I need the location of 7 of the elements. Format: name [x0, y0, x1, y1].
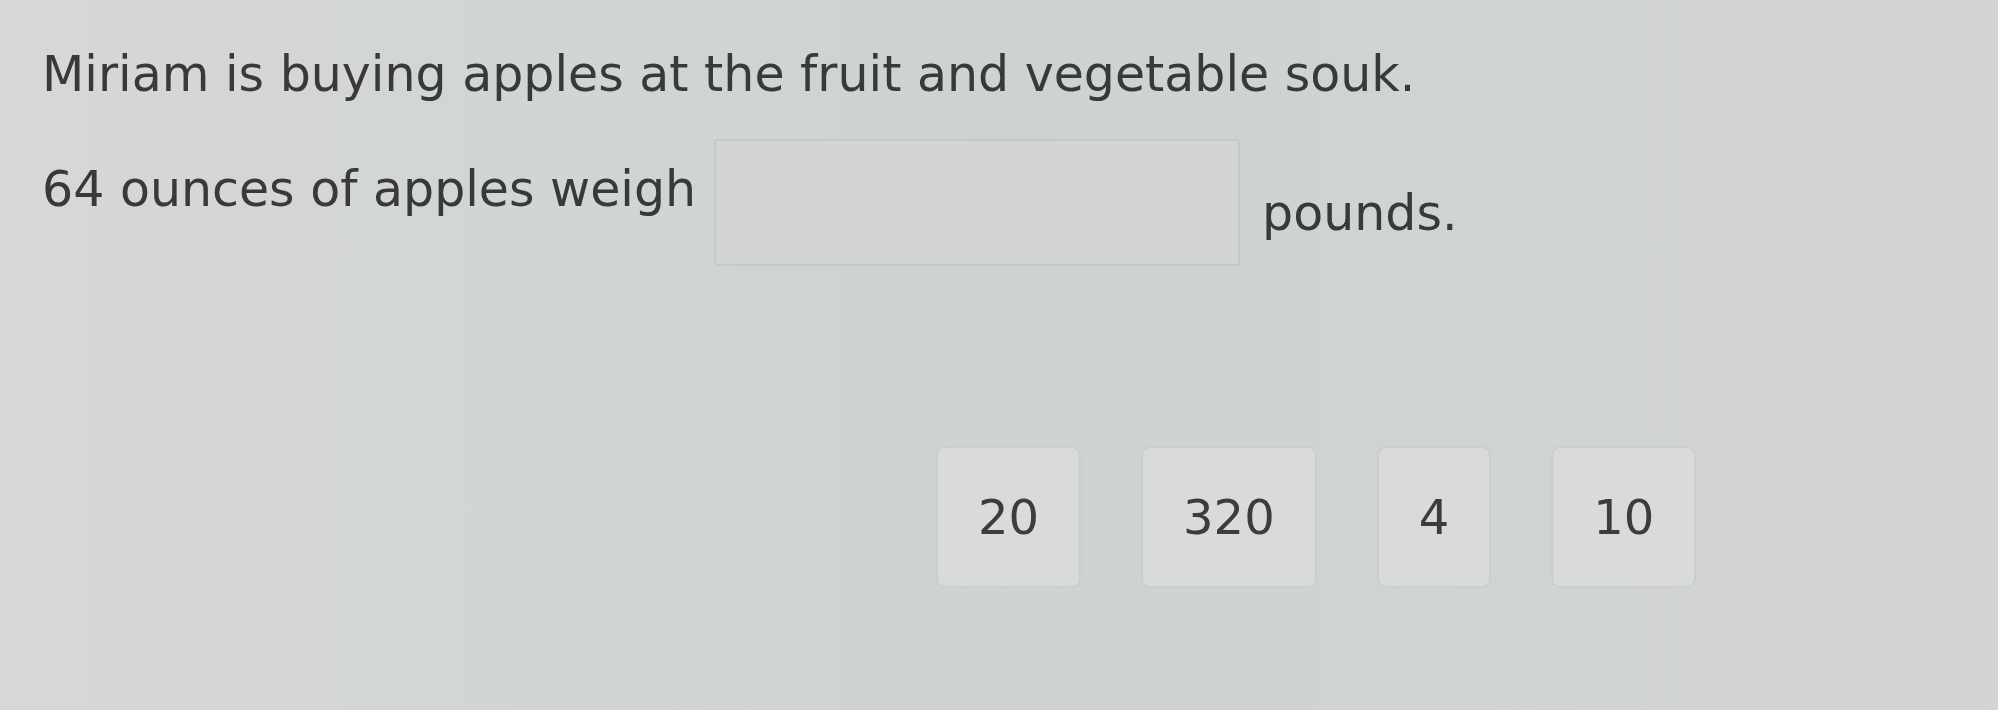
answer-tile[interactable]: 320	[1141, 445, 1317, 588]
answer-tile[interactable]: 10	[1551, 445, 1697, 588]
unit-text: pounds.	[1262, 184, 1458, 244]
answer-tile[interactable]: 4	[1376, 445, 1492, 588]
answer-tile[interactable]: 20	[936, 445, 1082, 588]
sentence-text: 64 ounces of apples weigh	[42, 160, 697, 220]
question-text: Miriam is buying apples at the fruit and vegetable souk.	[42, 46, 1417, 105]
